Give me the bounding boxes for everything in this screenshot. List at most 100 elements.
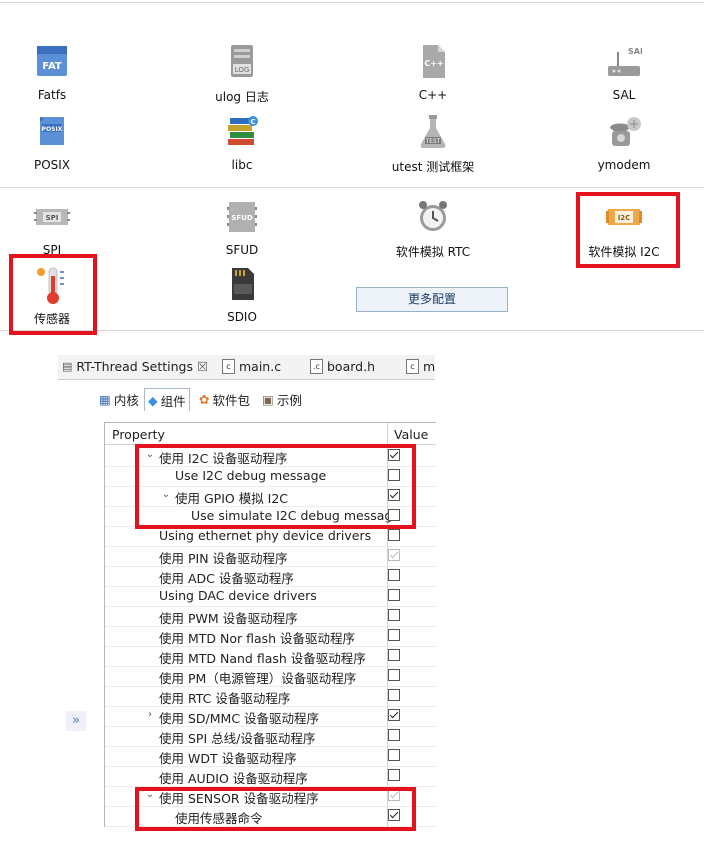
- property-row[interactable]: Using DAC device drivers: [105, 586, 436, 607]
- property-row[interactable]: Using ethernet phy device drivers: [105, 526, 436, 547]
- tab-main-c[interactable]: c main.c: [222, 359, 281, 374]
- value-checkbox[interactable]: [388, 709, 400, 721]
- value-checkbox[interactable]: [388, 629, 400, 641]
- property-name: 使用 ADC 设备驱动程序: [159, 571, 294, 586]
- tab-examples[interactable]: ▣ 示例: [259, 388, 305, 410]
- value-checkbox[interactable]: [388, 589, 400, 601]
- component-cpp[interactable]: C++ C++: [373, 44, 493, 102]
- property-row[interactable]: 使用 ADC 设备驱动程序: [105, 566, 436, 587]
- value-checkbox[interactable]: [388, 529, 400, 541]
- property-row[interactable]: 使用 PM（电源管理）设备驱动程序: [105, 666, 436, 687]
- value-checkbox[interactable]: [388, 729, 400, 741]
- example-icon: ▣: [262, 391, 274, 407]
- settings-icon: ▤: [62, 360, 73, 373]
- editor-tab-bar: ▤ RT-Thread Settings ☒ c main.c .c board…: [58, 355, 435, 380]
- property-name: 使用 RTC 设备驱动程序: [159, 691, 291, 706]
- tab-label: 内核: [113, 392, 139, 408]
- tab-truncated[interactable]: c m: [406, 359, 435, 374]
- svg-text:POSIX: POSIX: [42, 126, 63, 133]
- component-label: libc: [231, 158, 253, 172]
- value-column-header[interactable]: Value: [394, 427, 428, 442]
- property-name: 使用 MTD Nand flash 设备驱动程序: [159, 651, 366, 666]
- property-row[interactable]: 使用 AUDIO 设备驱动程序: [105, 766, 436, 787]
- tab-packages[interactable]: ✿ 软件包: [196, 388, 253, 410]
- component-label: ulog 日志: [215, 90, 269, 104]
- value-checkbox[interactable]: [388, 669, 400, 681]
- c-file-icon: c: [406, 359, 419, 374]
- chevron-right-icon[interactable]: ›: [145, 709, 155, 720]
- more-config-button[interactable]: 更多配置: [356, 287, 508, 312]
- driver-label: 软件模拟 RTC: [395, 245, 471, 259]
- property-row[interactable]: 使用 MTD Nand flash 设备驱动程序: [105, 646, 436, 667]
- property-name: 使用 PM（电源管理）设备驱动程序: [159, 671, 357, 686]
- value-checkbox[interactable]: [388, 569, 400, 581]
- tab-label: 软件包: [212, 392, 250, 408]
- svg-text:C: C: [250, 118, 255, 126]
- property-row[interactable]: › 使用 SD/MMC 设备驱动程序: [105, 706, 436, 727]
- value-checkbox[interactable]: [388, 609, 400, 621]
- books-icon: C: [224, 114, 260, 150]
- property-row[interactable]: 使用 RTC 设备驱动程序: [105, 686, 436, 707]
- expand-panel-button[interactable]: »: [66, 711, 86, 731]
- value-checkbox[interactable]: [388, 649, 400, 661]
- property-column-header[interactable]: Property: [112, 427, 165, 442]
- value-checkbox[interactable]: [388, 749, 400, 761]
- component-label: ymodem: [597, 158, 651, 172]
- component-label: C++: [418, 88, 448, 102]
- svg-text:TEST: TEST: [425, 138, 441, 145]
- svg-text:SPI: SPI: [46, 214, 59, 222]
- close-icon[interactable]: ☒: [197, 359, 208, 374]
- component-sal[interactable]: SAL SAL: [564, 44, 684, 102]
- sfud-chip-icon: SFUD: [224, 199, 260, 235]
- settings-sub-tabs: ▦ 内核 ◆ 组件 ✿ 软件包 ▣ 示例: [96, 388, 435, 412]
- tab-label: board.h: [327, 359, 375, 374]
- component-libc[interactable]: C libc: [182, 114, 302, 172]
- component-fatfs[interactable]: FAT Fatfs: [0, 44, 112, 102]
- highlight-box-i2c: [576, 192, 680, 268]
- driver-label: SFUD: [225, 243, 259, 257]
- svg-text:SAL: SAL: [628, 47, 642, 56]
- property-name: Using DAC device drivers: [159, 588, 317, 603]
- section-divider: [0, 187, 704, 188]
- tab-label: 示例: [276, 392, 302, 408]
- posix-icon: POSIX: [34, 114, 70, 150]
- svg-text:SFUD: SFUD: [231, 214, 253, 222]
- component-ulog[interactable]: LOG ulog 日志: [182, 44, 302, 105]
- tab-components[interactable]: ◆ 组件: [144, 388, 190, 411]
- driver-spi[interactable]: SPI SPI: [0, 199, 112, 257]
- section-divider-bottom: [0, 330, 704, 331]
- svg-text:LOG: LOG: [235, 66, 250, 74]
- tab-board-h[interactable]: .c board.h: [310, 359, 375, 374]
- test-flask-icon: TEST: [415, 114, 451, 150]
- value-checkbox[interactable]: [388, 769, 400, 781]
- property-row[interactable]: 使用 MTD Nor flash 设备驱动程序: [105, 626, 436, 647]
- driver-sdio[interactable]: SDIO: [182, 266, 302, 324]
- tab-kernel[interactable]: ▦ 内核: [96, 388, 142, 410]
- component-ymodem[interactable]: ymodem: [564, 114, 684, 172]
- property-name: 使用 SD/MMC 设备驱动程序: [159, 711, 320, 726]
- fat-icon: FAT: [34, 44, 70, 80]
- component-posix[interactable]: POSIX POSIX: [0, 114, 112, 172]
- highlight-box-sensor-settings: [135, 787, 416, 831]
- highlight-box-sensor: [9, 254, 97, 335]
- driver-label: SDIO: [227, 310, 257, 324]
- top-divider: [0, 2, 704, 3]
- driver-soft-rtc[interactable]: 软件模拟 RTC: [373, 199, 493, 260]
- driver-sfud[interactable]: SFUD SFUD: [182, 199, 302, 257]
- property-row[interactable]: 使用 PIN 设备驱动程序: [105, 546, 436, 567]
- component-utest[interactable]: TEST utest 测试框架: [373, 114, 493, 175]
- property-name: Using ethernet phy device drivers: [159, 528, 372, 543]
- alarm-clock-icon: [415, 199, 451, 235]
- value-checkbox[interactable]: [388, 549, 400, 561]
- sal-icon: SAL: [606, 44, 645, 80]
- property-name: 使用 PWM 设备驱动程序: [159, 611, 298, 626]
- value-checkbox[interactable]: [388, 689, 400, 701]
- property-row[interactable]: 使用 WDT 设备驱动程序: [105, 746, 436, 767]
- svg-text:FAT: FAT: [42, 61, 62, 72]
- c-file-icon: c: [222, 359, 235, 374]
- telephone-icon: [606, 114, 642, 150]
- property-row[interactable]: 使用 SPI 总线/设备驱动程序: [105, 726, 436, 747]
- c-file-icon: .c: [310, 359, 323, 374]
- tab-rt-thread-settings[interactable]: ▤ RT-Thread Settings ☒: [62, 359, 208, 374]
- property-row[interactable]: 使用 PWM 设备驱动程序: [105, 606, 436, 627]
